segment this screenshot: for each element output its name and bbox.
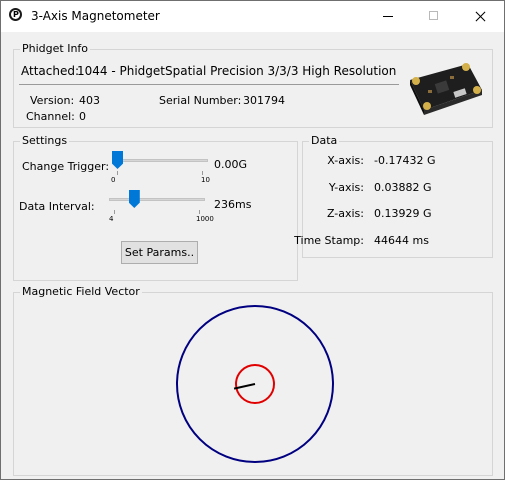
- data-title: Data: [309, 134, 340, 147]
- change-trigger-min-label: 0: [111, 176, 116, 184]
- change-trigger-label: Change Trigger:: [22, 160, 110, 173]
- x-axis-value: -0.17432 G: [374, 154, 436, 167]
- change-trigger-slider[interactable]: [112, 151, 208, 177]
- close-button[interactable]: [457, 1, 503, 32]
- field-vector-line: [233, 383, 256, 390]
- data-interval-value: 236ms: [214, 198, 252, 211]
- change-trigger-max-label: 10: [201, 176, 210, 184]
- change-trigger-value: 0.00G: [214, 158, 248, 171]
- field-vector-plot: [176, 305, 334, 463]
- serial-label: Serial Number:: [159, 94, 242, 107]
- data-interval-slider[interactable]: [109, 190, 205, 216]
- timestamp-label: Time Stamp:: [294, 234, 364, 247]
- data-interval-label: Data Interval:: [19, 200, 95, 213]
- settings-group: Settings Change Trigger: 0.00G 0 10 Data…: [13, 134, 298, 281]
- data-interval-tick-min: [114, 210, 115, 214]
- version-label: Version:: [30, 94, 75, 107]
- info-separator: [19, 84, 399, 85]
- y-axis-label: Y-axis:: [328, 181, 364, 194]
- z-axis-value: 0.13929 G: [374, 207, 432, 220]
- serial-value: 301794: [243, 94, 285, 107]
- channel-value: 0: [79, 110, 86, 123]
- window-title: 3-Axis Magnetometer: [31, 9, 160, 23]
- x-axis-label: X-axis:: [327, 154, 364, 167]
- attached-label: Attached:: [21, 64, 80, 78]
- z-axis-label: Z-axis:: [326, 207, 364, 220]
- settings-title: Settings: [20, 134, 70, 147]
- title-bar[interactable]: P 3-Axis Magnetometer: [1, 1, 504, 32]
- change-trigger-tick-max: [202, 171, 203, 175]
- data-interval-max-label: 1000: [196, 215, 214, 223]
- timestamp-value: 44644 ms: [374, 234, 429, 247]
- set-params-button[interactable]: Set Params..: [121, 241, 198, 264]
- data-interval-track: [109, 198, 205, 201]
- change-trigger-thumb[interactable]: [112, 151, 123, 169]
- y-axis-value: 0.03882 G: [374, 181, 432, 194]
- magnetic-field-vector-group: Magnetic Field Vector: [13, 285, 493, 476]
- data-interval-min-label: 4: [109, 215, 114, 223]
- phidget-info-title: Phidget Info: [20, 42, 91, 55]
- channel-label: Channel:: [26, 110, 75, 123]
- change-trigger-track: [112, 159, 208, 162]
- phidget-info-group: Phidget Info Attached: 1044 - PhidgetSpa…: [13, 42, 493, 128]
- data-interval-tick-max: [199, 210, 200, 214]
- maximize-button[interactable]: [411, 1, 457, 32]
- data-group: Data X-axis: -0.17432 G Y-axis: 0.03882 …: [294, 134, 493, 258]
- phidget-logo-icon: P: [9, 8, 22, 21]
- change-trigger-tick-min: [117, 171, 118, 175]
- data-interval-thumb[interactable]: [128, 190, 140, 208]
- phidget-board-image: [410, 63, 482, 115]
- app-window: P 3-Axis Magnetometer Phidget Info Attac…: [0, 0, 505, 480]
- minimize-button[interactable]: [365, 1, 411, 32]
- version-value: 403: [79, 94, 100, 107]
- attached-value: 1044 - PhidgetSpatial Precision 3/3/3 Hi…: [77, 64, 397, 78]
